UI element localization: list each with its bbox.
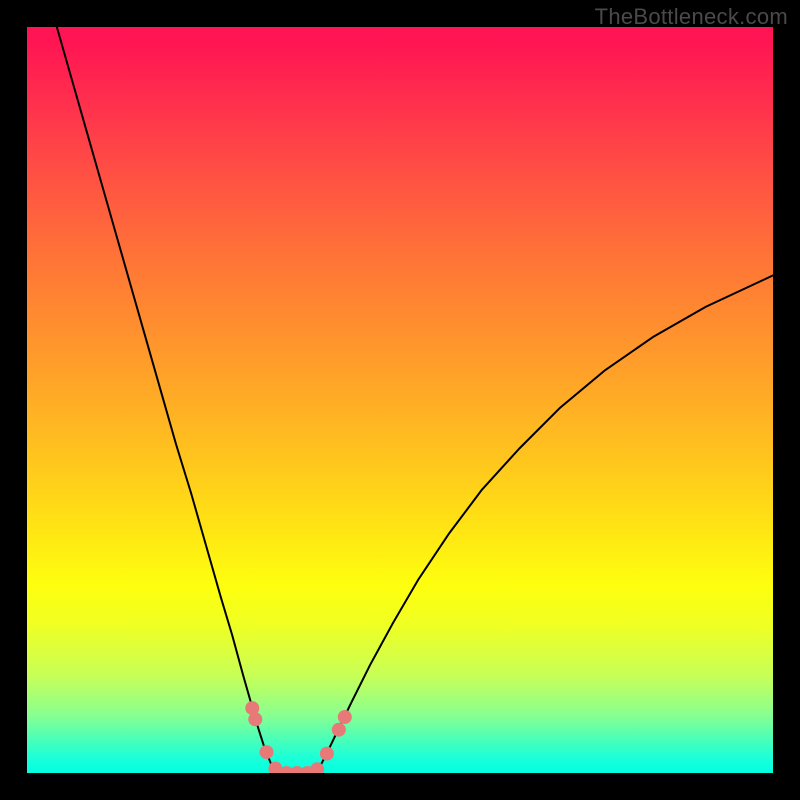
plot-area [27, 27, 773, 773]
marker-dot [338, 710, 352, 724]
bottleneck-curve [57, 27, 773, 773]
watermark-text: TheBottleneck.com [595, 4, 788, 30]
marker-dot [320, 747, 334, 761]
marker-dot [248, 712, 262, 726]
plot-svg [27, 27, 773, 773]
curve-right-curve [316, 275, 773, 773]
curve-left-curve [57, 27, 275, 773]
chart-frame: TheBottleneck.com [0, 0, 800, 800]
marker-dot [332, 723, 346, 737]
marker-dot [259, 745, 273, 759]
